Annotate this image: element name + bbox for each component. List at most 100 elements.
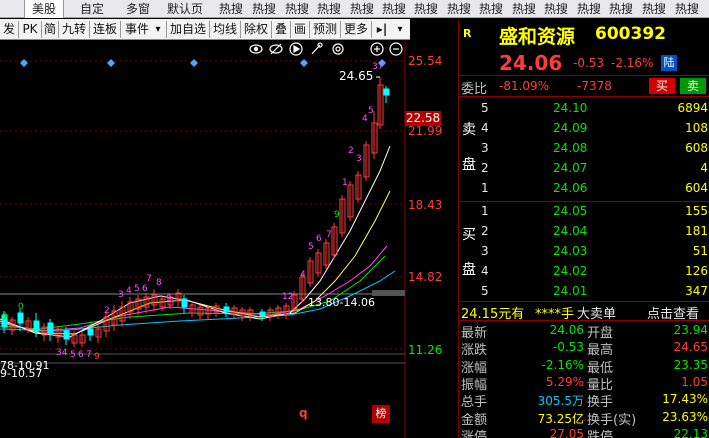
wrench-icon[interactable]	[311, 42, 323, 55]
stat-value: 1.05	[681, 374, 708, 389]
range-label: 13.80-14.06	[308, 296, 375, 309]
stat-value: 73.25亿	[537, 411, 584, 426]
buy-button[interactable]: 买	[649, 78, 675, 94]
stat-label: 金额	[461, 412, 488, 428]
buy-order-row[interactable]: 1 24.05 155	[459, 201, 709, 221]
svg-text:7: 7	[326, 230, 332, 240]
tab-blank[interactable]	[0, 0, 22, 18]
tab-us-stocks[interactable]: 美股	[24, 0, 64, 18]
sell-order-level: 2	[481, 161, 489, 175]
sell-order-level: 4	[481, 121, 489, 135]
events-dropdown-icon[interactable]: ▾	[152, 19, 164, 40]
last-price: 24.06	[499, 51, 563, 75]
play-circle-icon[interactable]	[289, 42, 303, 56]
stat-value: 23.94	[673, 323, 708, 337]
svg-text:1: 1	[342, 178, 348, 188]
toolbar-dropdown-icon[interactable]: ▾	[392, 19, 408, 40]
toolbar-pk[interactable]: PK	[19, 19, 41, 40]
svg-text:5: 5	[308, 242, 314, 252]
eye-icon[interactable]	[249, 44, 263, 54]
buy-order-price: 24.03	[553, 244, 588, 258]
buy-order-price: 24.01	[553, 284, 588, 298]
tab-hot-search-15[interactable]: 热搜	[667, 0, 707, 18]
sell-order-volume: 6894	[677, 101, 708, 115]
stat-label: 总手	[461, 395, 488, 411]
sell-order-volume: 604	[685, 181, 708, 195]
weibi-pct: -81.09%	[499, 79, 550, 93]
svg-text:9: 9	[94, 352, 100, 362]
svg-text:4: 4	[300, 270, 306, 280]
toolbar-jian[interactable]: 简	[42, 19, 58, 40]
stat-value: -0.53	[552, 340, 584, 355]
sell-order-price: 24.09	[553, 121, 588, 135]
bottom-q-label: q	[299, 406, 308, 420]
toolbar-predict[interactable]: 预测	[310, 19, 340, 40]
toolbar-lianban[interactable]: 连板	[90, 19, 120, 40]
toolbar-fa[interactable]: 发	[0, 19, 18, 40]
exchange-badge: 陆	[661, 55, 677, 71]
buy-order-volume: 155	[685, 204, 708, 218]
toolbar-jiuzhuan[interactable]: 九转	[59, 19, 89, 40]
sell-order-volume: 4	[700, 161, 708, 175]
stats-row: 最新 24.06 开盘 23.94	[459, 322, 709, 341]
svg-text:3: 3	[118, 290, 124, 300]
price-change: -0.53	[573, 56, 605, 70]
stat-value: 24.06	[549, 323, 584, 337]
sell-order-price: 24.06	[553, 181, 588, 195]
toolbar-overlay[interactable]: 叠	[272, 19, 290, 40]
stat-value: 5.29%	[545, 374, 584, 389]
buy-order-row[interactable]: 3 24.03 51	[459, 241, 709, 261]
buy-order-row[interactable]: 5 24.01 347	[459, 281, 709, 301]
stats-row: 金额 73.25亿 换手(实) 23.63%	[459, 409, 709, 428]
toolbar-more[interactable]: 更多	[341, 19, 371, 40]
svg-text:2: 2	[348, 146, 354, 156]
sell-order-row[interactable]: 2 24.07 4	[459, 158, 709, 178]
stats-row: 涨幅 -2.16% 最低 23.35	[459, 357, 709, 376]
sell-order-row[interactable]: 3 24.08 608	[459, 138, 709, 158]
stat-value: 305.5万	[537, 394, 584, 409]
toolbar-ma[interactable]: 均线	[210, 19, 240, 40]
buy-order-row[interactable]: 2 24.04 181	[459, 221, 709, 241]
sell-order-row[interactable]: 4 24.09 108	[459, 118, 709, 138]
settings-icon[interactable]	[332, 43, 344, 55]
sell-order-volume: 608	[685, 141, 708, 155]
plus-circle-icon[interactable]	[370, 42, 384, 56]
svg-text:37: 37	[372, 62, 383, 72]
toolbar-events[interactable]: 事件	[121, 19, 153, 40]
kline-chart[interactable]: 9 0 2 3 4 5 6 7 8 9 12 4 5 6 7 9 1 2 3 4…	[0, 41, 458, 438]
sell-order-level: 1	[481, 181, 489, 195]
stat-label: 开盘	[587, 326, 614, 341]
sell-order-row[interactable]: 5 24.10 6894	[459, 98, 709, 118]
tab-multi-window[interactable]: 多窗	[116, 0, 160, 18]
stat-label: 最低	[587, 360, 614, 376]
collapse-panel-icon[interactable]: ▸|	[372, 19, 392, 40]
tab-custom[interactable]: 自定	[70, 0, 114, 18]
buy-order-row[interactable]: 4 24.02 126	[459, 261, 709, 281]
weibi-diff: -7378	[577, 79, 612, 93]
eye-crossed-icon[interactable]	[269, 43, 283, 55]
svg-text:34: 34	[56, 348, 68, 358]
low-label-2: 9-10.57	[0, 367, 43, 380]
tab-default-page[interactable]: 默认页	[160, 0, 210, 18]
stat-label: 最新	[461, 326, 488, 341]
stats-row: 总手 305.5万 换手 17.43%	[459, 391, 709, 411]
stat-value: 17.43%	[662, 392, 708, 407]
weibi-label: 委比	[461, 82, 488, 97]
svg-text:5: 5	[70, 350, 76, 360]
minus-circle-icon[interactable]	[389, 42, 403, 56]
sell-button[interactable]: 卖	[680, 78, 706, 94]
stat-value: 24.65	[673, 340, 708, 355]
ma-line-green	[0, 255, 386, 330]
toolbar-exright[interactable]: 除权	[241, 19, 271, 40]
ranking-badge[interactable]: 榜	[372, 405, 390, 423]
sell-order-row[interactable]: 1 24.06 604	[459, 178, 709, 198]
range-marker	[372, 290, 405, 296]
sell-order-volume: 108	[685, 121, 708, 135]
buy-order-level: 4	[481, 264, 489, 278]
add-watchlist-button[interactable]: 加自选	[167, 19, 209, 40]
stock-name: 盛和资源	[499, 26, 576, 48]
buy-order-volume: 126	[685, 264, 708, 278]
stat-label: 振幅	[461, 377, 488, 393]
toolbar-draw[interactable]: 画	[291, 19, 309, 40]
weibi-row: 委比 -81.09% -7378 买 卖	[459, 76, 709, 97]
